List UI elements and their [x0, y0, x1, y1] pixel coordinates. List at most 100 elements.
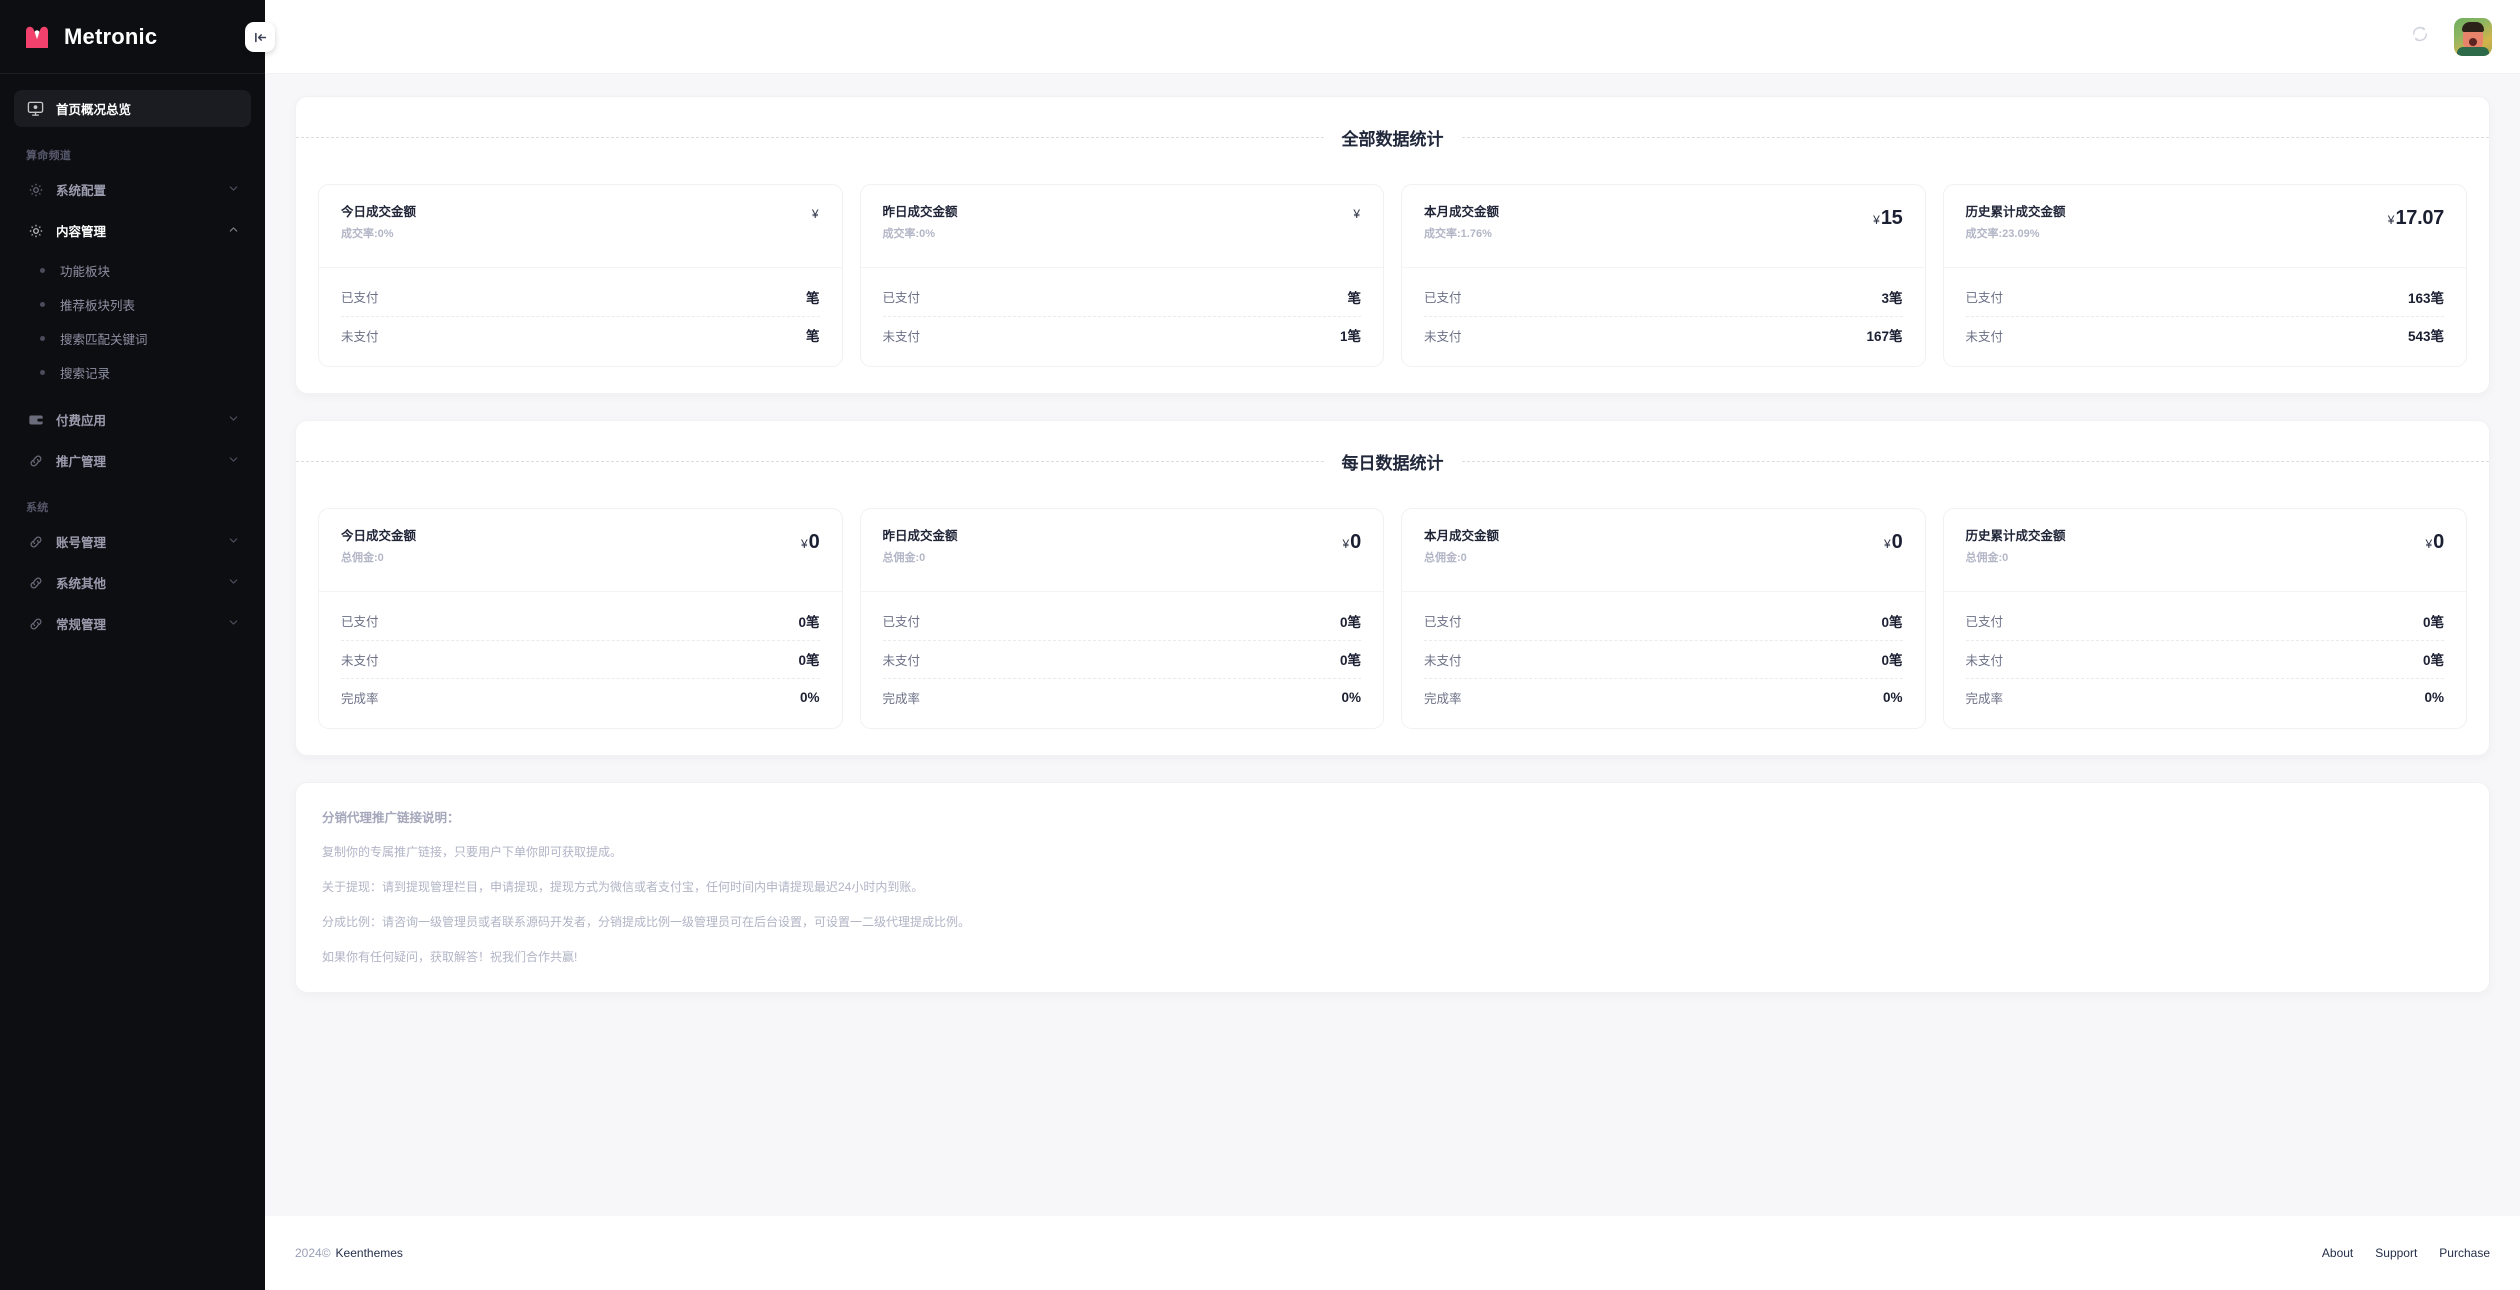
sidebar-item-label: 内容管理	[56, 225, 107, 239]
row-value: 543笔	[2407, 329, 2444, 345]
stat-card-header: 今日成交金额 总佣金:0 ¥ 0	[319, 509, 842, 592]
amount-value: 15	[1880, 207, 1903, 229]
stat-card-title: 本月成交金额	[1424, 528, 1500, 543]
sidebar-item-general-management[interactable]: 常规管理	[14, 605, 251, 642]
sidebar-item-account-management[interactable]: 账号管理	[14, 523, 251, 560]
sidebar-item-home[interactable]: 首页概况总览	[14, 90, 251, 127]
stat-row: 未支付 543笔	[1965, 315, 2444, 354]
section-header: 每日数据统计	[296, 421, 2489, 478]
row-label: 未支付	[1965, 653, 2004, 668]
sidebar-item-label: 常规管理	[56, 618, 107, 632]
stat-card[interactable]: 历史累计成交金额 成交率:23.09% ¥ 17.07 已支付 163笔 未支付…	[1942, 184, 2467, 367]
row-label: 已支付	[1424, 291, 1462, 306]
currency-symbol: ¥	[1342, 536, 1350, 551]
chevron-down-icon	[228, 574, 239, 592]
chevron-down-icon	[228, 533, 239, 551]
row-label: 未支付	[882, 653, 921, 668]
chevron-down-icon	[228, 181, 239, 199]
copyright-company[interactable]: Keenthemes	[336, 1246, 403, 1260]
row-value: 0%	[799, 689, 820, 705]
sidebar-subitem-label: 推荐板块列表	[60, 298, 136, 313]
row-label: 已支付	[1965, 615, 2004, 630]
stat-card-rows: 已支付 0笔 未支付 0笔 完成率 0%	[861, 592, 1384, 728]
bullet-icon	[40, 301, 45, 307]
footer-link-about[interactable]: About	[2322, 1246, 2353, 1260]
stat-row: 未支付 1笔	[882, 315, 1361, 354]
cards-row: 今日成交金额 成交率:0% ¥ 已支付 笔 未支付 笔 昨日成交金额 成交率:0…	[296, 154, 2489, 393]
stat-card[interactable]: 本月成交金额 总佣金:0 ¥ 0 已支付 0笔 未支付 0笔 完成率 0%	[1401, 507, 1926, 729]
divider-right	[1461, 137, 2489, 138]
stat-card-rows: 已支付 3笔 未支付 167笔	[1402, 268, 1925, 366]
stat-row: 已支付 0笔	[341, 602, 820, 640]
sidebar-subitem-search-records[interactable]: 搜索记录	[14, 355, 251, 389]
sidebar-item-system-config[interactable]: 系统配置	[14, 171, 251, 208]
stat-card[interactable]: 今日成交金额 成交率:0% ¥ 已支付 笔 未支付 笔	[318, 184, 843, 367]
stat-card-amount: ¥ 0	[2425, 528, 2444, 554]
row-value: 0%	[1341, 689, 1361, 705]
currency-symbol: ¥	[1873, 213, 1880, 227]
sidebar-item-paid-apps[interactable]: 付费应用	[14, 401, 251, 438]
row-label: 完成率	[1965, 691, 2004, 706]
chevron-up-icon	[228, 222, 239, 240]
avatar-hair	[2462, 21, 2484, 32]
row-label: 已支付	[341, 615, 379, 630]
currency-symbol: ¥	[1353, 207, 1360, 221]
stat-card-subtitle: 总佣金:0	[1424, 551, 1467, 564]
row-label: 已支付	[1424, 615, 1462, 630]
stat-card-subtitle: 总佣金:0	[341, 551, 384, 564]
sidebar-item-content-management[interactable]: 内容管理	[14, 212, 251, 249]
footer-link-support[interactable]: Support	[2375, 1246, 2417, 1260]
stat-card[interactable]: 昨日成交金额 成交率:0% ¥ 已支付 笔 未支付 1笔	[859, 184, 1384, 367]
row-value: 0笔	[2422, 614, 2444, 630]
row-value: 0笔	[1339, 614, 1361, 630]
stat-card[interactable]: 本月成交金额 成交率:1.76% ¥ 15 已支付 3笔 未支付 167笔	[1401, 184, 1926, 367]
link-icon	[26, 614, 45, 633]
stat-row: 完成率 0%	[882, 677, 1361, 716]
stat-card-amount: ¥ 0	[1342, 528, 1361, 554]
wallet-icon	[26, 410, 45, 429]
row-label: 已支付	[882, 291, 921, 306]
panel-all-data-statistics: 全部数据统计 今日成交金额 成交率:0% ¥ 已支付 笔 未支付 笔 昨日成交金…	[295, 96, 2490, 394]
footer-link-purchase[interactable]: Purchase	[2439, 1246, 2490, 1260]
gear-icon	[26, 180, 45, 199]
note-line: 分成比例：请咨询一级管理员或者联系源码开发者，分销提成比例一级管理员可在后台设置…	[322, 914, 971, 929]
currency-symbol: ¥	[800, 536, 808, 551]
sidebar-subitem-recommend-list[interactable]: 推荐板块列表	[14, 287, 251, 321]
stat-card-rows: 已支付 笔 未支付 1笔	[861, 268, 1384, 366]
stat-card-header: 历史累计成交金额 成交率:23.09% ¥ 17.07	[1943, 185, 2466, 268]
amount-value: 0	[1891, 530, 1903, 553]
sidebar-item-promotion-management[interactable]: 推广管理	[14, 442, 251, 479]
row-value: 0笔	[2422, 653, 2444, 669]
stat-row: 已支付 笔	[341, 278, 820, 316]
sidebar-subitem-label: 搜索记录	[60, 366, 111, 381]
stat-card-rows: 已支付 0笔 未支付 0笔 完成率 0%	[1402, 592, 1925, 728]
stat-card-rows: 已支付 0笔 未支付 0笔 完成率 0%	[1944, 592, 2467, 728]
panel-promotion-notes: 分销代理推广链接说明： 复制你的专属推广链接，只要用户下单你即可获取提成。 关于…	[295, 781, 2490, 993]
amount-value: 17.07	[2395, 207, 2444, 229]
chevron-down-icon	[228, 615, 239, 633]
stat-card-title: 历史累计成交金额	[1965, 528, 2066, 543]
sidebar-item-system-other[interactable]: 系统其他	[14, 564, 251, 601]
stat-card[interactable]: 今日成交金额 总佣金:0 ¥ 0 已支付 0笔 未支付 0笔 完成率 0%	[318, 507, 843, 729]
monitor-icon	[26, 99, 45, 118]
stat-card-title: 昨日成交金额	[882, 528, 958, 543]
row-value: 0%	[2424, 689, 2444, 705]
stat-row: 完成率 0%	[1965, 677, 2444, 716]
sidebar-item-label: 推广管理	[56, 455, 107, 469]
sidebar: Metronic 首页概况总览 算命频道 系统配置 内容管理 功能板块 推荐板块…	[0, 0, 275, 1290]
stat-card-title: 历史累计成交金额	[1965, 205, 2066, 219]
stat-card[interactable]: 历史累计成交金额 总佣金:0 ¥ 0 已支付 0笔 未支付 0笔 完成率 0%	[1942, 507, 2467, 729]
brand-name: Metronic	[64, 23, 158, 49]
panel-daily-data-statistics: 每日数据统计 今日成交金额 总佣金:0 ¥ 0 已支付 0笔 未支付 0笔 完成…	[295, 419, 2490, 756]
currency-symbol: ¥	[811, 207, 819, 221]
row-value: 167笔	[1866, 329, 1903, 345]
cards-row: 今日成交金额 总佣金:0 ¥ 0 已支付 0笔 未支付 0笔 完成率 0% 昨日…	[296, 478, 2489, 755]
refresh-spinner-icon[interactable]	[2410, 24, 2430, 49]
sidebar-subitem-feature-module[interactable]: 功能板块	[14, 253, 251, 287]
stat-row: 未支付 0笔	[882, 639, 1361, 678]
note-line: 复制你的专属推广链接，只要用户下单你即可获取提成。	[322, 844, 623, 859]
avatar[interactable]	[2454, 17, 2492, 56]
sidebar-subitem-search-keywords[interactable]: 搜索匹配关键词	[14, 321, 251, 355]
stat-card[interactable]: 昨日成交金额 总佣金:0 ¥ 0 已支付 0笔 未支付 0笔 完成率 0%	[859, 507, 1384, 729]
sidebar-collapse-button[interactable]	[245, 22, 275, 52]
